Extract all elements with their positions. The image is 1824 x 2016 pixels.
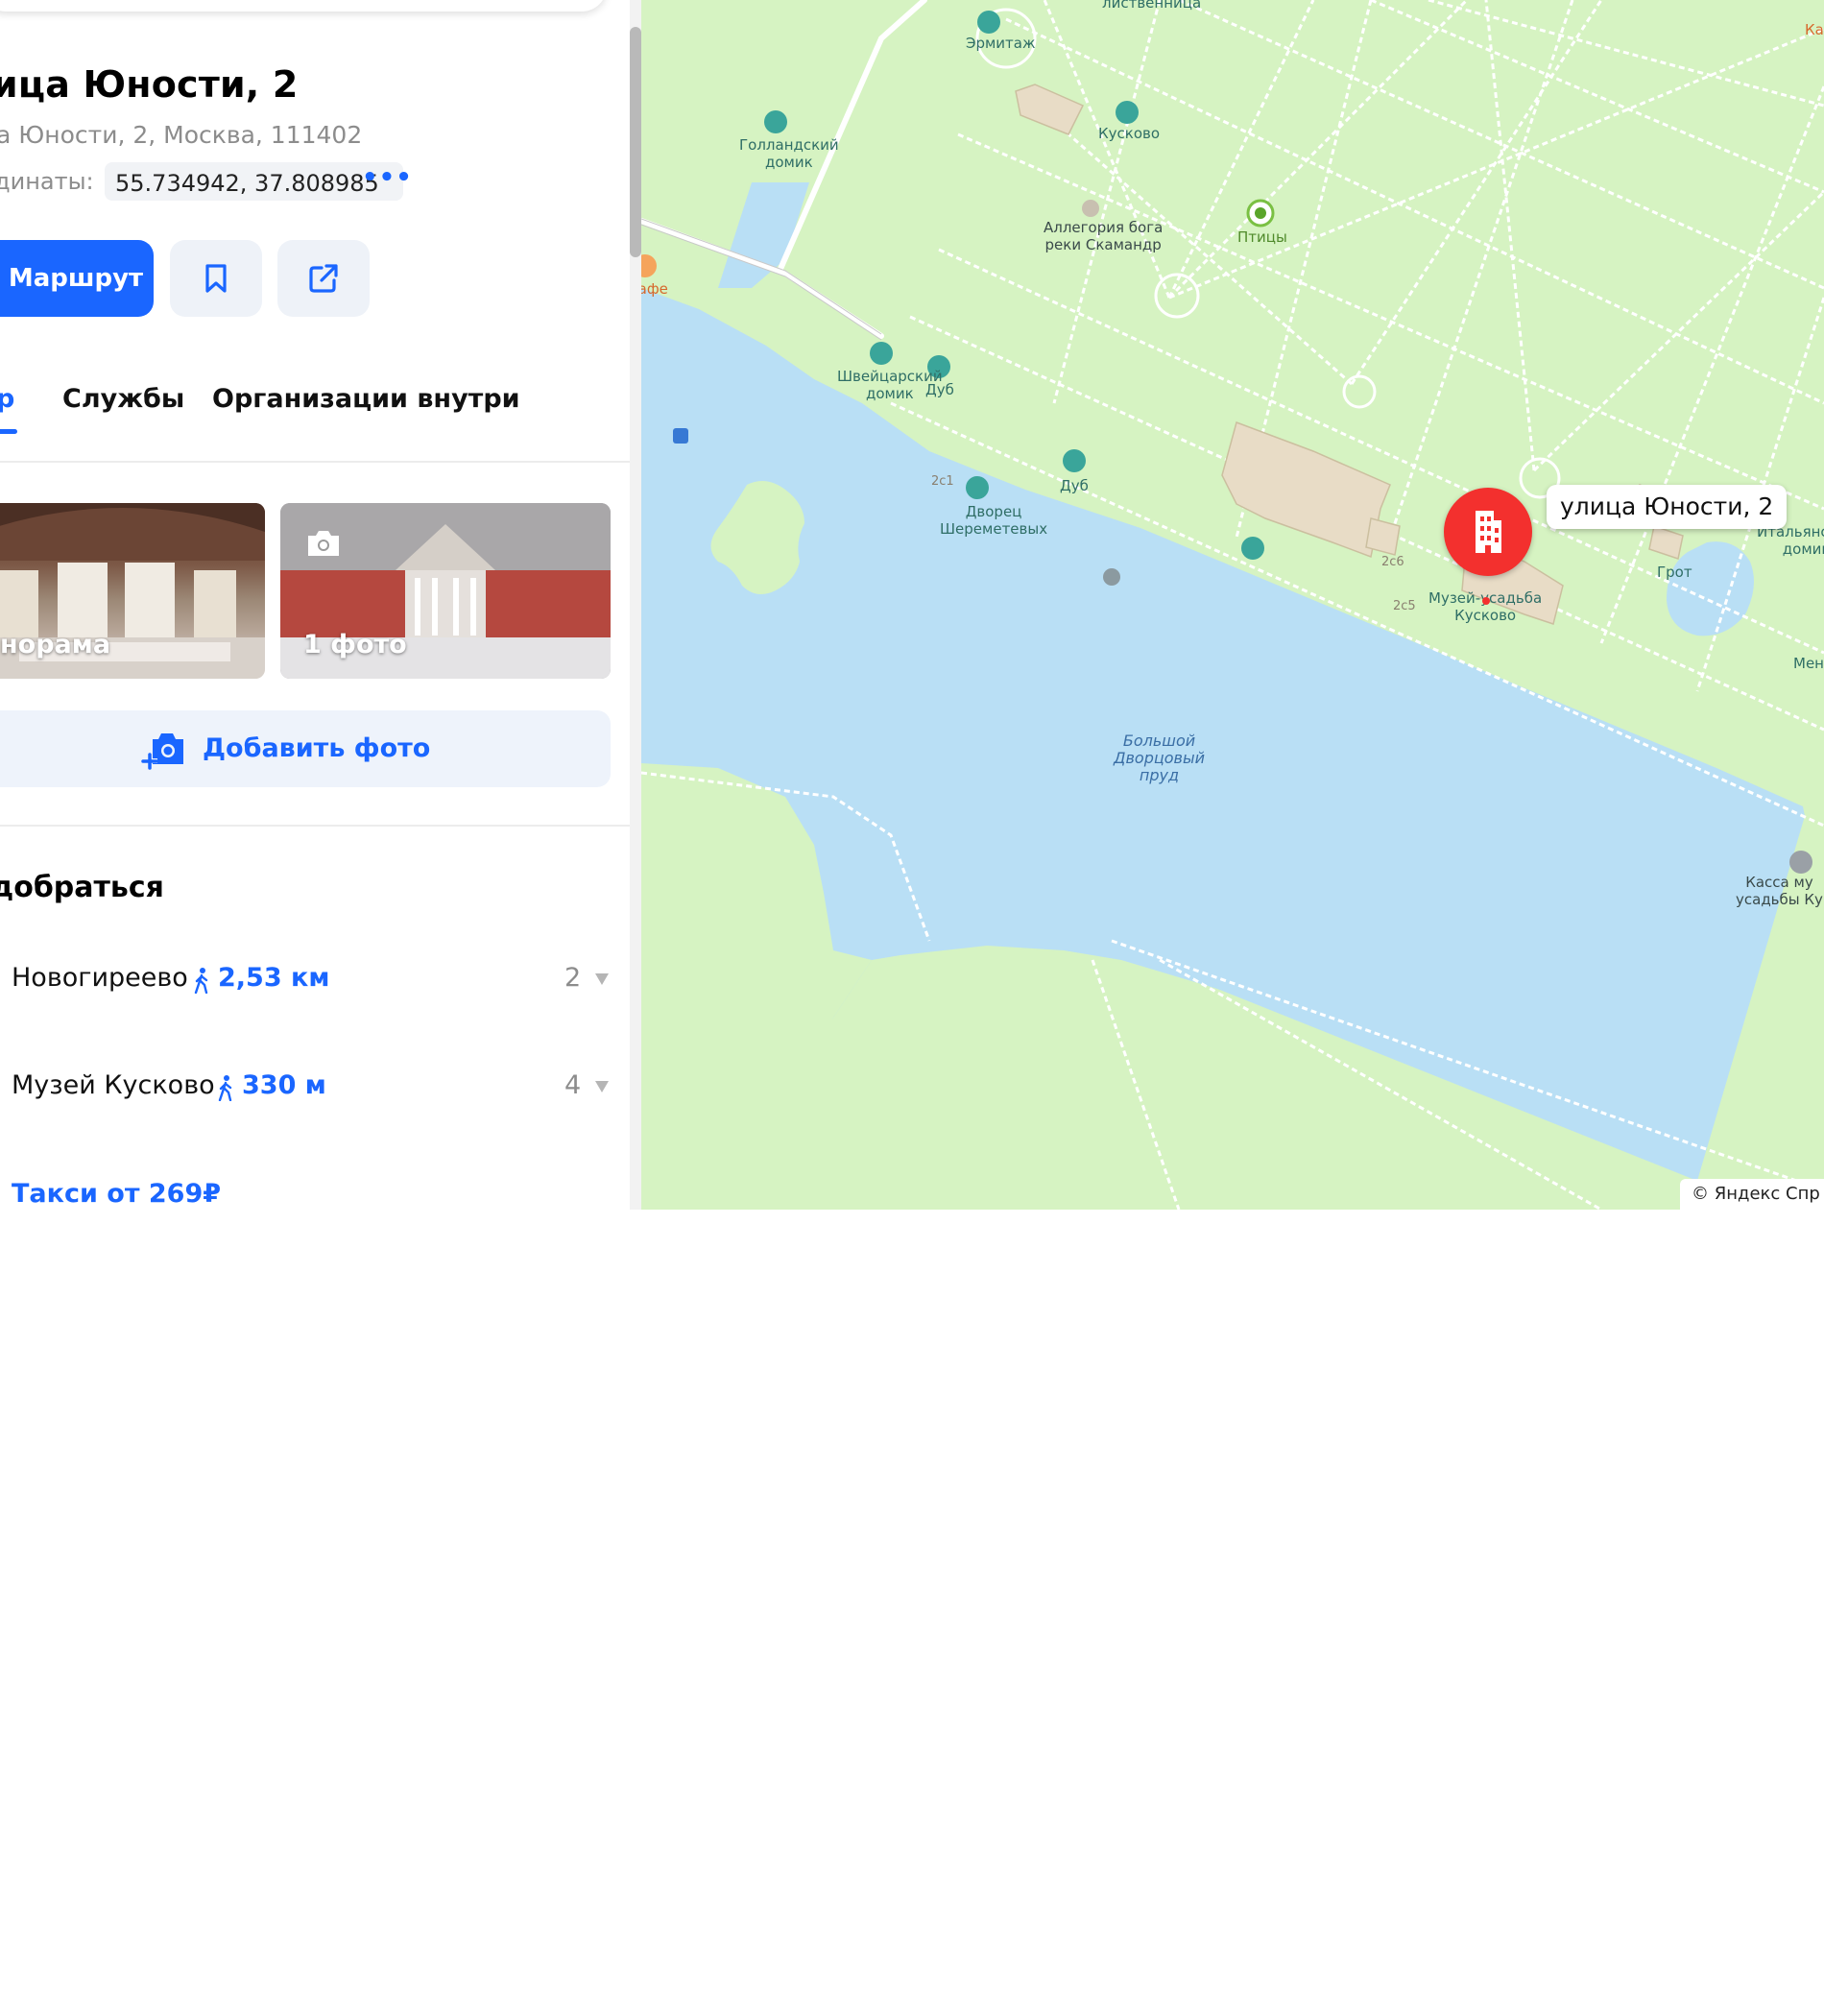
chevron-down-icon[interactable]: [595, 973, 609, 985]
share-button[interactable]: [277, 240, 370, 317]
add-photo-label: Добавить фото: [203, 733, 431, 763]
coordinates-label: динаты:: [0, 168, 94, 195]
panorama-label: норама: [0, 630, 111, 660]
map-address-label[interactable]: улица Юности, 2: [1547, 485, 1788, 529]
map-base: [641, 0, 1824, 1210]
walk-icon: [194, 968, 208, 994]
map-label-museum[interactable]: Музей-усадьба Кусково: [1428, 589, 1542, 624]
how-to-get-title: добраться: [0, 871, 164, 904]
share-icon: [309, 264, 338, 293]
selected-place-pin[interactable]: [1444, 488, 1532, 576]
more-icon[interactable]: •••: [362, 163, 413, 192]
building-dutch: [1015, 84, 1085, 135]
bookmark-icon: [205, 264, 227, 293]
map-label-grotto[interactable]: Грот: [1657, 564, 1692, 581]
scrollbar-thumb[interactable]: [630, 27, 641, 257]
map-label-top[interactable]: лиственница: [1102, 0, 1201, 12]
tab-active-indicator: [0, 429, 17, 434]
place-address: а Юности, 2, Москва, 111402: [0, 121, 363, 149]
map-label-kassa[interactable]: Касса му усадьбы Ку: [1736, 874, 1823, 908]
map-label-allegory[interactable]: Аллегория бога реки Скамандр: [1044, 219, 1163, 253]
route-count: 4: [564, 1070, 582, 1100]
map-label-kuskovo[interactable]: Кусково: [1098, 125, 1160, 142]
photo-count-label: 1 фото: [303, 630, 407, 660]
map-label-oak[interactable]: Дуб: [925, 381, 954, 398]
tab-organizations[interactable]: Организации внутри: [212, 384, 520, 414]
map[interactable]: Эрмитаж Кусково Голландский домик Аллего…: [641, 0, 1824, 1210]
walk-distance: 330 м: [242, 1070, 326, 1100]
building-number: 2с6: [1381, 555, 1404, 569]
coordinates-value[interactable]: 55.734942, 37.808985: [115, 170, 379, 197]
stop-name: Новогиреево: [12, 963, 188, 993]
stop-name: Музей Кусково: [12, 1070, 215, 1100]
building-palace: [1221, 421, 1391, 559]
taxi-link[interactable]: Такси от 269₽: [12, 1179, 221, 1209]
divider: [0, 825, 630, 827]
building-icon: [1476, 511, 1501, 553]
panorama-photo[interactable]: норама: [0, 503, 265, 679]
map-label-oak[interactable]: Дуб: [1060, 477, 1089, 494]
walk-distance: 2,53 км: [218, 963, 330, 993]
coordinates-box[interactable]: 55.734942, 37.808985 •••: [105, 162, 412, 201]
photo-thumbnail[interactable]: 1 фото: [280, 503, 611, 679]
map-attribution[interactable]: © Яндекс Спр: [1680, 1179, 1824, 1210]
pin-location-dot: [1482, 597, 1490, 605]
map-label-pond: Большой Дворцовый пруд: [1114, 732, 1206, 784]
building-grotto: [1648, 525, 1684, 560]
tab-services[interactable]: Службы: [62, 384, 184, 414]
map-label-dutch-house[interactable]: Голландский домик: [739, 136, 839, 171]
bookmark-button[interactable]: [170, 240, 262, 317]
transit-stop-row[interactable]: Новогиреево 2,53 км 2: [0, 957, 630, 1005]
add-photo-icon: [141, 733, 183, 770]
map-label-birds[interactable]: Птицы: [1237, 228, 1287, 246]
walk-icon: [218, 1075, 232, 1101]
chevron-down-icon[interactable]: [595, 1081, 609, 1092]
divider: [0, 461, 630, 463]
add-photo-button[interactable]: Добавить фото: [0, 710, 611, 787]
route-button-label: Маршрут: [8, 264, 144, 293]
tab-overview[interactable]: р: [0, 384, 14, 414]
building-number: 2с5: [1393, 599, 1416, 613]
building-number: 2с1: [931, 474, 954, 489]
route-count: 2: [564, 963, 582, 993]
map-label-menagerie[interactable]: Мен: [1793, 655, 1824, 672]
transit-stop-row[interactable]: Музей Кусково 330 м 4: [0, 1065, 630, 1113]
map-label-palace[interactable]: Дворец Шереметевых: [940, 503, 1047, 538]
tabs: р Службы Организации внутри: [0, 379, 630, 464]
search-card-edge: [0, 0, 607, 12]
map-label-ka[interactable]: Ка: [1805, 21, 1824, 38]
camera-icon: [308, 531, 339, 556]
viewport: ица Юности, 2 а Юности, 2, Москва, 11140…: [0, 0, 1824, 1210]
map-label-cafe[interactable]: Кафе: [641, 280, 668, 298]
place-card-panel: ица Юности, 2 а Юности, 2, Москва, 11140…: [0, 0, 630, 1210]
route-button[interactable]: Маршрут: [0, 240, 154, 317]
place-title: ица Юности, 2: [0, 63, 299, 106]
map-label-hermitage[interactable]: Эрмитаж: [966, 35, 1036, 52]
